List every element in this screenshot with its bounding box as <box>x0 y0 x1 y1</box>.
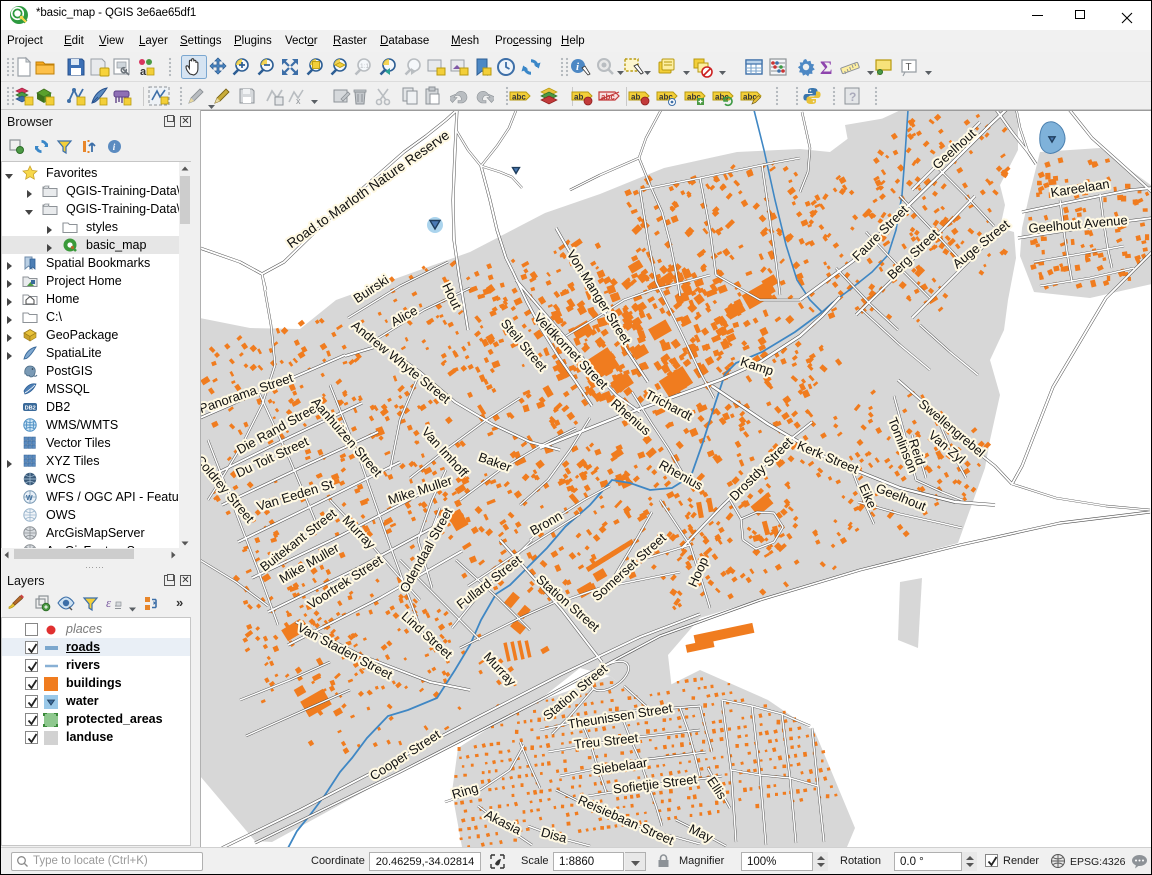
svg-text:a: a <box>140 66 147 78</box>
svg-text:DB2: DB2 <box>25 406 36 412</box>
svg-text:W: W <box>26 495 33 502</box>
svg-text:abc: abc <box>512 93 526 102</box>
svg-text:ab: ab <box>631 93 640 102</box>
svg-text:ε: ε <box>106 595 112 610</box>
svg-text:x: x <box>296 96 301 106</box>
svg-text:?: ? <box>849 90 856 104</box>
svg-text:ab: ab <box>574 93 583 102</box>
svg-text:1:1: 1:1 <box>360 63 369 70</box>
svg-text:T: T <box>906 62 912 73</box>
svg-text:Σ: Σ <box>820 58 832 78</box>
